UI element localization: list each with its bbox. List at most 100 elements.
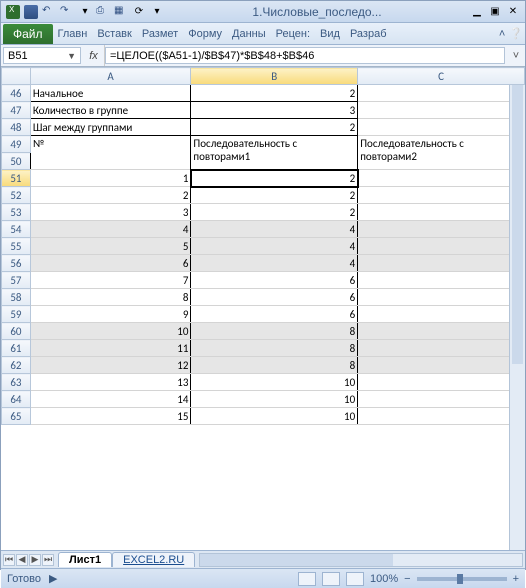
cell[interactable]: Количество в группе	[30, 102, 191, 119]
cell[interactable]: 10	[358, 408, 525, 425]
cell[interactable]: 8	[191, 340, 358, 357]
tab-review[interactable]: Рецен:	[271, 25, 315, 43]
cell[interactable]: 6	[191, 306, 358, 323]
cell[interactable]: 2	[358, 170, 525, 187]
view-page-layout-button[interactable]	[322, 572, 340, 586]
row-header[interactable]: 60	[2, 323, 31, 340]
row-header[interactable]: 57	[2, 272, 31, 289]
cell[interactable]: 2	[191, 204, 358, 221]
row-header[interactable]: 50	[2, 153, 31, 170]
zoom-in-button[interactable]: +	[513, 573, 519, 585]
cell[interactable]: 8	[358, 357, 525, 374]
formula-input[interactable]: =ЦЕЛОЕ(($A51-1)/$B$47)*$B$48+$B$46	[105, 47, 505, 64]
cell[interactable]: 7	[30, 272, 191, 289]
cell[interactable]	[358, 102, 525, 119]
close-button[interactable]: ✕	[505, 4, 521, 20]
cell[interactable]: 4	[358, 255, 525, 272]
undo-icon[interactable]	[41, 4, 57, 20]
sheet-tab[interactable]: EXCEL2.RU	[112, 552, 195, 567]
cell[interactable]: 2	[358, 187, 525, 204]
view-page-break-button[interactable]	[346, 572, 364, 586]
cell[interactable]: 8	[358, 340, 525, 357]
tab-developer[interactable]: Разраб	[345, 25, 392, 43]
refresh-icon[interactable]: ⟳	[131, 4, 147, 20]
cell[interactable]: 15	[30, 408, 191, 425]
cell[interactable]: 4	[358, 221, 525, 238]
cell[interactable]: 8	[358, 323, 525, 340]
tab-layout[interactable]: Размет	[137, 25, 183, 43]
cell[interactable]: 10	[191, 374, 358, 391]
cell[interactable]: 4	[191, 221, 358, 238]
cell[interactable]: 4	[191, 238, 358, 255]
row-header[interactable]: 62	[2, 357, 31, 374]
cell[interactable]	[358, 119, 525, 136]
zoom-level[interactable]: 100%	[370, 573, 398, 585]
customize-qat-icon[interactable]: ▾	[77, 4, 93, 20]
row-header[interactable]: 64	[2, 391, 31, 408]
cell[interactable]: 12	[30, 357, 191, 374]
row-header[interactable]: 47	[2, 102, 31, 119]
row-header[interactable]: 51	[2, 170, 31, 187]
cell[interactable]	[358, 85, 525, 102]
sheet-nav-last-icon[interactable]: ⏭	[42, 554, 54, 566]
new-icon[interactable]	[113, 4, 129, 20]
sheet-nav-first-icon[interactable]: ⏮	[3, 554, 15, 566]
cell[interactable]: 8	[191, 357, 358, 374]
cell[interactable]: 6	[30, 255, 191, 272]
cell[interactable]: 2	[191, 170, 358, 187]
cell[interactable]: 6	[358, 272, 525, 289]
save-icon[interactable]	[23, 4, 39, 20]
view-normal-button[interactable]	[298, 572, 316, 586]
cell[interactable]: 10	[358, 391, 525, 408]
select-all-corner[interactable]	[2, 68, 31, 85]
cell[interactable]: 1	[30, 170, 191, 187]
cell[interactable]: 13	[30, 374, 191, 391]
sheet-nav-next-icon[interactable]: ▶	[29, 554, 41, 566]
sheet-tab[interactable]: Лист1	[58, 552, 112, 567]
fx-button[interactable]: fx	[83, 45, 105, 66]
row-header[interactable]: 49	[2, 136, 31, 153]
cell[interactable]: 8	[191, 323, 358, 340]
cell[interactable]: 8	[30, 289, 191, 306]
file-tab[interactable]: Файл	[3, 24, 53, 44]
tab-formulas[interactable]: Форму	[183, 25, 227, 43]
cell[interactable]: Шаг между группами	[30, 119, 191, 136]
cell[interactable]: 6	[191, 289, 358, 306]
col-header-A[interactable]: A	[30, 68, 191, 85]
cell[interactable]: 14	[30, 391, 191, 408]
row-header[interactable]: 65	[2, 408, 31, 425]
row-header[interactable]: 61	[2, 340, 31, 357]
cell[interactable]: 6	[358, 289, 525, 306]
redo-icon[interactable]	[59, 4, 75, 20]
cell[interactable]: 10	[191, 408, 358, 425]
cell[interactable]: Последовательность с повторами2	[358, 136, 525, 170]
cell[interactable]: 4	[30, 221, 191, 238]
print-preview-icon[interactable]	[95, 4, 111, 20]
formula-expand-icon[interactable]: ˅	[507, 45, 525, 66]
cell[interactable]: Последовательность с повторами1	[191, 136, 358, 170]
row-header[interactable]: 48	[2, 119, 31, 136]
qat-more-icon[interactable]: ▾	[149, 4, 165, 20]
cell[interactable]: №	[30, 136, 191, 170]
row-header[interactable]: 46	[2, 85, 31, 102]
status-macro-icon[interactable]: ▶	[49, 572, 57, 585]
cell[interactable]: 10	[191, 391, 358, 408]
row-header[interactable]: 52	[2, 187, 31, 204]
name-box-dropdown-icon[interactable]: ▼	[67, 51, 76, 61]
row-header[interactable]: 56	[2, 255, 31, 272]
cell[interactable]: 4	[191, 255, 358, 272]
horizontal-scrollbar[interactable]	[199, 553, 523, 567]
cell[interactable]: Начальное	[30, 85, 191, 102]
cell[interactable]: 6	[191, 272, 358, 289]
row-header[interactable]: 63	[2, 374, 31, 391]
row-header[interactable]: 54	[2, 221, 31, 238]
cell[interactable]: 3	[30, 204, 191, 221]
col-header-B[interactable]: B	[191, 68, 358, 85]
tab-insert[interactable]: Вставк	[92, 25, 137, 43]
worksheet-grid[interactable]: A B C 46 Начальное 2 47 Количество в гру…	[1, 67, 525, 550]
cell[interactable]: 9	[30, 306, 191, 323]
cell[interactable]: 5	[30, 238, 191, 255]
cell[interactable]: 2	[358, 204, 525, 221]
cell[interactable]: 2	[191, 119, 358, 136]
cell[interactable]: 10	[30, 323, 191, 340]
